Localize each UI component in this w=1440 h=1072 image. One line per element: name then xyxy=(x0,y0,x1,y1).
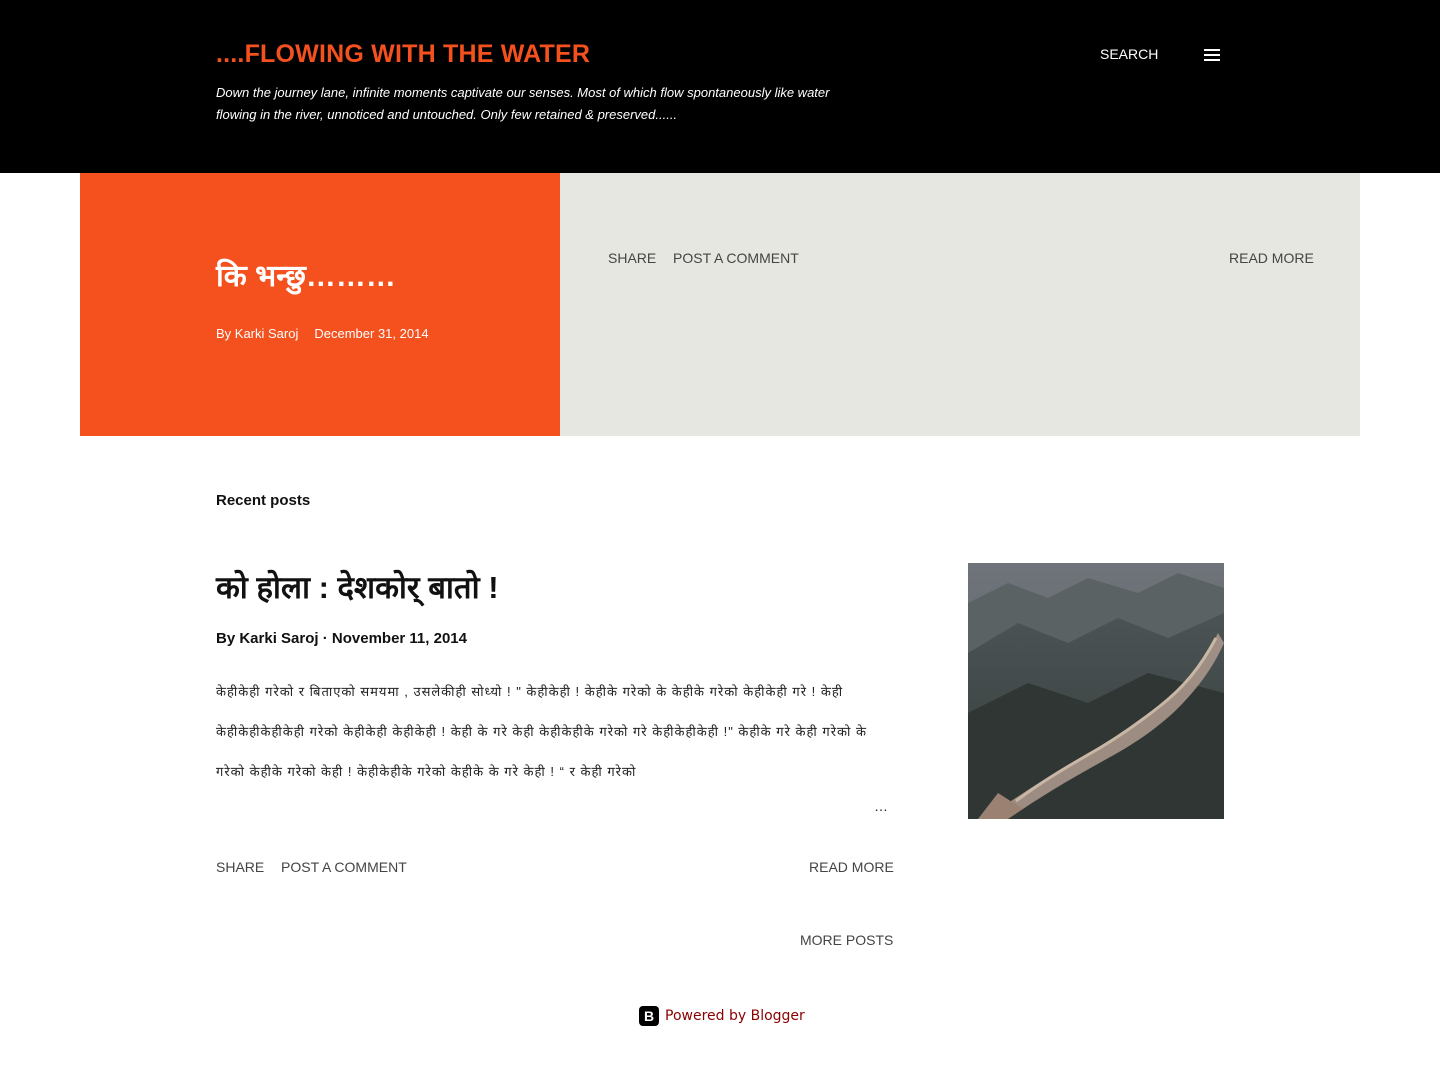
post-thumbnail-image[interactable] xyxy=(968,563,1224,819)
post-read-more-link[interactable]: READ MORE xyxy=(809,859,894,875)
meta-separator: · xyxy=(322,630,328,647)
post-meta: By Karki Saroj · November 11, 2014 xyxy=(216,630,467,647)
blog-description: Down the journey lane, infinite moments … xyxy=(216,85,830,122)
blogger-icon: B xyxy=(639,1006,659,1026)
post-date[interactable]: November 11, 2014 xyxy=(332,630,467,647)
hamburger-menu-icon[interactable] xyxy=(1202,47,1222,63)
featured-post-actions-panel xyxy=(560,173,1360,436)
search-button[interactable]: SEARCH xyxy=(1100,46,1158,62)
featured-post-date[interactable]: December 31, 2014 xyxy=(314,326,428,341)
powered-by-label: Powered by Blogger xyxy=(665,1008,805,1024)
post-snippet: केहीकेही गरेको र बिताएको समयमा , उसलेकीह… xyxy=(216,684,867,779)
featured-post-panel xyxy=(80,173,560,436)
blog-title[interactable]: ....FLOWING WITH THE WATER xyxy=(216,40,590,69)
powered-by-blogger-link[interactable]: B Powered by Blogger xyxy=(639,1005,805,1027)
snippet-ellipsis: … xyxy=(874,798,888,814)
featured-share-button[interactable]: SHARE xyxy=(608,250,656,266)
recent-posts-heading: Recent posts xyxy=(216,492,311,509)
featured-post-author[interactable]: By Karki Saroj xyxy=(216,326,298,341)
featured-post-title[interactable]: कि भन्छु……… xyxy=(216,254,396,295)
post-author[interactable]: By Karki Saroj xyxy=(216,630,319,647)
featured-post-comment-link[interactable]: POST A COMMENT xyxy=(673,250,799,266)
post-share-button[interactable]: SHARE xyxy=(216,859,264,875)
blog-header: ....FLOWING WITH THE WATER Down the jour… xyxy=(0,0,1440,173)
featured-post-meta: By Karki Saroj December 31, 2014 xyxy=(216,326,429,341)
featured-read-more-link[interactable]: READ MORE xyxy=(1229,250,1314,266)
post-comment-link[interactable]: POST A COMMENT xyxy=(281,859,407,875)
post-title[interactable]: को होला : देशकोर् बातो ! xyxy=(216,566,499,608)
more-posts-link[interactable]: MORE POSTS xyxy=(800,932,893,948)
